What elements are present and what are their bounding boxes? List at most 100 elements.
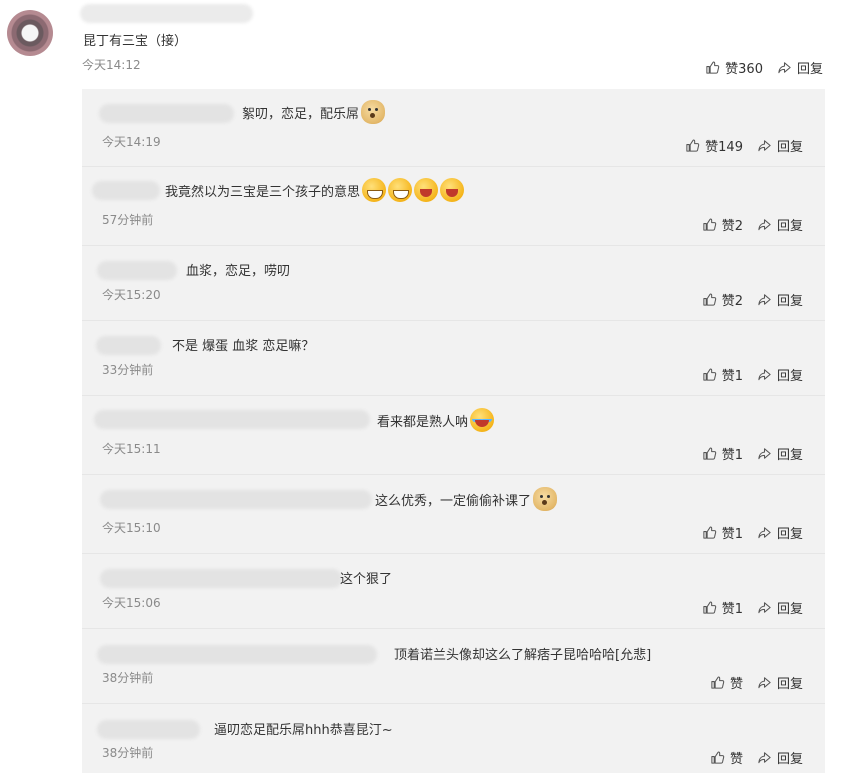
laugh-icon <box>414 178 439 202</box>
like-button[interactable]: 赞2 <box>702 290 743 309</box>
reply-actions: 赞1 回复 <box>702 365 803 384</box>
blurred-username[interactable] <box>80 4 253 23</box>
reply-label: 回复 <box>776 677 803 692</box>
thumbs-up-icon <box>703 447 716 460</box>
like-count: 赞1 <box>721 527 743 542</box>
thumbs-up-icon <box>686 139 700 152</box>
reply-time: 今天15:20 <box>102 288 161 302</box>
avatar[interactable] <box>7 10 53 56</box>
reply-arrow-icon <box>758 219 771 231</box>
comment-text: 昆丁有三宝（接） <box>83 34 188 49</box>
reply-text: 这么优秀，一定偷偷补课了 <box>375 487 558 511</box>
like-count: 赞2 <box>721 294 743 309</box>
reply-actions: 赞2 回复 <box>702 215 803 234</box>
blurred-username[interactable] <box>97 645 377 664</box>
reply-button[interactable]: 回复 <box>757 598 803 617</box>
reply-time: 今天15:06 <box>102 596 161 610</box>
blurred-username[interactable] <box>97 720 200 739</box>
reply-arrow-icon <box>758 602 771 614</box>
reply-time: 38分钟前 <box>102 671 154 685</box>
reply-item: 这么优秀，一定偷偷补课了 今天15:10 赞1 回复 <box>82 475 825 554</box>
reply-button[interactable]: 回复 <box>757 290 803 309</box>
reply-button[interactable]: 回复 <box>757 215 803 234</box>
reply-item: 逼叨恋足配乐屌hhh恭喜昆汀~ 38分钟前 赞 回复 <box>82 704 825 773</box>
thumbs-up-icon <box>711 676 725 689</box>
reply-text: 逼叨恋足配乐屌hhh恭喜昆汀~ <box>214 723 393 738</box>
like-button[interactable]: 赞 <box>710 673 743 692</box>
thumbs-up-icon <box>706 61 720 74</box>
thumbs-up-icon <box>703 368 716 381</box>
reply-item: 不是 爆蛋 血浆 恋足嘛？ 33分钟前 赞1 回复 <box>82 321 825 396</box>
reply-actions: 赞 回复 <box>710 673 803 692</box>
reply-arrow-icon <box>758 448 771 460</box>
blurred-username[interactable] <box>99 104 234 123</box>
laugh-cry-icon <box>470 408 495 432</box>
reply-text: 看来都是熟人呐 <box>377 408 495 432</box>
reply-time: 57分钟前 <box>102 213 154 227</box>
blurred-username[interactable] <box>97 261 177 280</box>
reply-arrow-icon <box>758 140 771 152</box>
reply-text: 顶着诺兰头像却这么了解痞子昆哈哈哈[允悲] <box>394 648 652 663</box>
reply-button[interactable]: 回复 <box>757 673 803 692</box>
like-button[interactable]: 赞1 <box>702 523 743 542</box>
reply-arrow-icon <box>758 527 771 539</box>
reply-arrow-icon <box>758 369 771 381</box>
reply-button[interactable]: 回复 <box>777 58 823 77</box>
blurred-username[interactable] <box>96 336 161 355</box>
reply-button[interactable]: 回复 <box>757 523 803 542</box>
grin-icon <box>362 178 387 202</box>
reply-actions: 赞1 回复 <box>702 598 803 617</box>
thumbs-up-icon <box>711 751 725 764</box>
reply-time: 今天15:10 <box>102 521 161 535</box>
blurred-username[interactable] <box>92 181 160 200</box>
thumbs-up-icon <box>703 293 716 306</box>
reply-text: 不是 爆蛋 血浆 恋足嘛？ <box>172 339 315 354</box>
like-button[interactable]: 赞360 <box>705 58 763 77</box>
reply-actions: 赞1 回复 <box>702 444 803 463</box>
reply-label: 回复 <box>776 602 803 617</box>
blurred-username[interactable] <box>100 490 372 509</box>
reply-label: 回复 <box>776 527 803 542</box>
reply-label: 回复 <box>796 62 823 77</box>
comment-time: 今天14:12 <box>82 58 141 72</box>
blurred-username[interactable] <box>94 410 370 429</box>
reply-actions: 赞 回复 <box>710 748 803 767</box>
reply-button[interactable]: 回复 <box>757 365 803 384</box>
like-count: 赞149 <box>705 140 743 155</box>
like-count: 赞360 <box>725 62 763 77</box>
reply-button[interactable]: 回复 <box>757 136 803 155</box>
like-button[interactable]: 赞2 <box>702 215 743 234</box>
reply-time: 今天15:11 <box>102 442 161 456</box>
reply-item: 看来都是熟人呐 今天15:11 赞1 回复 <box>82 396 825 475</box>
reply-item: 这个狠了 今天15:06 赞1 回复 <box>82 554 825 629</box>
reply-label: 回复 <box>776 448 803 463</box>
reply-actions: 赞1 回复 <box>702 523 803 542</box>
like-count: 赞1 <box>721 602 743 617</box>
like-button[interactable]: 赞 <box>710 748 743 767</box>
thumbs-up-icon <box>703 526 716 539</box>
reply-label: 回复 <box>776 369 803 384</box>
reply-item: 我竟然以为三宝是三个孩子的意思 57分钟前 赞2 回复 <box>82 167 825 246</box>
reply-time: 33分钟前 <box>102 363 154 377</box>
reply-button[interactable]: 回复 <box>757 444 803 463</box>
reply-item: 絮叨，恋足，配乐屌 今天14:19 赞149 回复 <box>82 89 825 167</box>
like-button[interactable]: 赞1 <box>702 444 743 463</box>
like-button[interactable]: 赞149 <box>685 136 743 155</box>
reply-actions: 赞149 回复 <box>685 136 803 155</box>
thumbs-up-icon <box>703 218 716 231</box>
doge-icon <box>361 100 386 124</box>
doge-icon <box>533 487 558 511</box>
reply-item: 血浆，恋足，唠叨 今天15:20 赞2 回复 <box>82 246 825 321</box>
like-button[interactable]: 赞1 <box>702 365 743 384</box>
reply-button[interactable]: 回复 <box>757 748 803 767</box>
reply-actions: 赞2 回复 <box>702 290 803 309</box>
comment-actions: 赞360 回复 <box>705 58 823 77</box>
laugh-icon <box>440 178 465 202</box>
blurred-username[interactable] <box>100 569 342 588</box>
like-count: 赞1 <box>721 369 743 384</box>
reply-text: 这个狠了 <box>340 572 393 587</box>
reply-time: 38分钟前 <box>102 746 154 760</box>
like-button[interactable]: 赞1 <box>702 598 743 617</box>
reply-text: 絮叨，恋足，配乐屌 <box>242 100 386 124</box>
thumbs-up-icon <box>703 601 716 614</box>
